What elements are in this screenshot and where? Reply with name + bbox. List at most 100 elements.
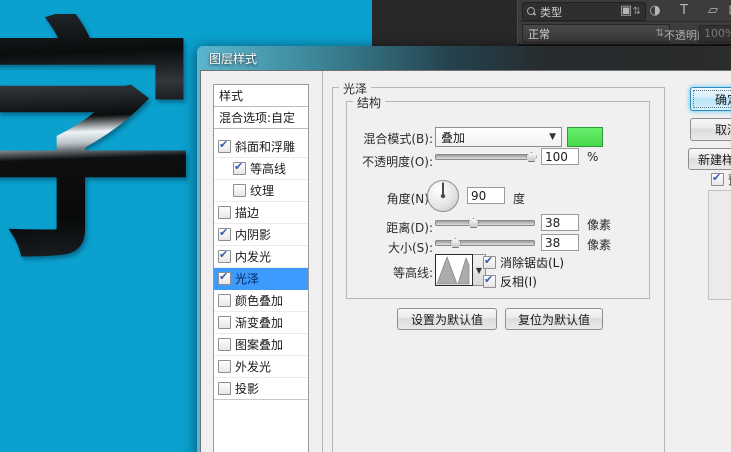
opacity-input[interactable] [541,148,579,165]
updown-arrows-icon: ⇅ [656,28,664,39]
invert-label: 反相(I) [500,273,537,290]
distance-slider[interactable] [435,217,535,229]
chevron-down-icon: ▼ [549,132,556,142]
size-input[interactable] [541,234,579,251]
sidebar-item-label: 纹理 [250,182,274,199]
opacity-label: 不透明度(O): [349,153,433,170]
layer-opacity-value[interactable]: 100% [699,25,731,43]
sidebar-item-label: 颜色叠加 [235,292,283,309]
canvas-text-layer: 字 [0,14,200,272]
size-slider[interactable] [435,237,535,249]
sidebar-item-drop-shadow[interactable]: 投影 [214,378,308,400]
new-style-button[interactable]: 新建样式(W)... [688,148,731,170]
drop-shadow-checkbox[interactable] [218,382,231,395]
sidebar-item-label: 描边 [235,204,259,221]
contour-checkbox[interactable] [233,162,246,175]
blend-mode-dropdown[interactable]: 叠加 ▼ [435,127,562,147]
stroke-checkbox[interactable] [218,206,231,219]
invert-checkbox[interactable] [483,275,496,288]
adjustment-layer-filter-icon[interactable]: ◑ [645,3,665,19]
texture-checkbox[interactable] [233,184,246,197]
sidebar-item-blending-options[interactable]: 混合选项:自定 [214,107,308,129]
sidebar-item-inner-glow[interactable]: 内发光 [214,246,308,268]
angle-label: 角度(N): [349,190,433,207]
reset-default-button[interactable]: 复位为默认值 [505,308,603,330]
sidebar-item-texture[interactable]: 纹理 [214,180,308,202]
layer-blend-mode-dropdown[interactable]: 正常 ⇅ [522,24,670,43]
slider-track [435,220,535,226]
outer-glow-checkbox[interactable] [218,360,231,373]
contour-thumbnail[interactable] [435,254,473,286]
type-layer-filter-icon[interactable]: T [674,3,694,19]
structure-group: 结构 混合模式(B): 叠加 ▼ 不透明度(O): % [346,101,650,299]
shape-layer-filter-icon[interactable]: ▱ [703,3,723,19]
sidebar-item-inner-shadow[interactable]: 内阴影 [214,224,308,246]
slider-track [435,154,535,160]
sidebar-item-label: 内阴影 [235,226,271,243]
distance-input[interactable] [541,214,579,231]
sidebar-item-outer-glow[interactable]: 外发光 [214,356,308,378]
opacity-unit: % [587,150,598,164]
contour-label: 等高线: [349,264,433,281]
inner-glow-checkbox[interactable] [218,250,231,263]
invert-option[interactable]: 反相(I) [483,273,537,290]
gradient-overlay-checkbox[interactable] [218,316,231,329]
color-overlay-checkbox[interactable] [218,294,231,307]
sidebar-item-label: 投影 [235,380,259,397]
layers-panel-header: 类型 ⇅ ▣ ◑ T ▱ ⊡ 正常 ⇅ 不透明度: 100% [517,0,731,46]
set-default-button[interactable]: 设置为默认值 [397,308,497,330]
photoshop-screen: 字 类型 ⇅ ▣ ◑ T ▱ ⊡ 正常 ⇅ 不透明度: 100% 图层样式 样式… [0,0,731,452]
dialog-body: 样式 混合选项:自定 斜面和浮雕 等高线 纹理 描边 [200,70,731,452]
sidebar-item-label: 图案叠加 [235,336,283,353]
layer-filter-label: 类型 [540,4,562,20]
satin-section: 光泽 结构 混合模式(B): 叠加 ▼ 不透明度(O): [332,87,665,452]
sidebar-item-label: 光泽 [235,270,259,287]
sidebar-item-label: 渐变叠加 [235,314,283,331]
panel-divider [518,21,731,22]
sidebar-item-satin[interactable]: 光泽 [214,268,308,290]
inner-shadow-checkbox[interactable] [218,228,231,241]
sidebar-gap [214,129,308,136]
angle-dial[interactable] [426,179,460,213]
satin-checkbox[interactable] [218,272,231,285]
layer-blend-mode-value: 正常 [528,26,550,42]
cancel-button[interactable]: 取消 [690,118,731,141]
preview-option[interactable]: 预览(V) [711,171,731,188]
blend-mode-label: 混合模式(B): [349,130,433,147]
pattern-overlay-checkbox[interactable] [218,338,231,351]
blend-mode-value: 叠加 [441,129,465,146]
dialog-title: 图层样式 [209,50,257,67]
sidebar-item-color-overlay[interactable]: 颜色叠加 [214,290,308,312]
style-preview-thumbnail [708,190,731,300]
sidebar-item-label: 斜面和浮雕 [235,138,295,155]
smart-object-filter-icon[interactable]: ⊡ [724,3,731,19]
sidebar-item-pattern-overlay[interactable]: 图案叠加 [214,334,308,356]
distance-label: 距离(D): [349,219,433,236]
bevel-emboss-checkbox[interactable] [218,140,231,153]
dialog-divider [322,71,323,452]
style-list: 样式 混合选项:自定 斜面和浮雕 等高线 纹理 描边 [213,84,309,452]
sidebar-item-contour[interactable]: 等高线 [214,158,308,180]
preview-checkbox[interactable] [711,173,724,186]
distance-unit: 像素 [587,216,611,233]
slider-track [435,240,535,246]
ok-button[interactable]: 确定 [690,87,731,111]
sidebar-item-label: 外发光 [235,358,271,375]
satin-color-swatch[interactable] [567,127,603,147]
contour-picker[interactable]: ▼ [435,254,486,286]
sidebar-item-bevel-emboss[interactable]: 斜面和浮雕 [214,136,308,158]
antialias-checkbox[interactable] [483,256,496,269]
antialias-option[interactable]: 消除锯齿(L) [483,254,564,271]
sidebar-item-stroke[interactable]: 描边 [214,202,308,224]
angle-input[interactable] [467,187,505,204]
pixel-layer-filter-icon[interactable]: ▣ [616,3,636,19]
search-icon [527,7,536,16]
layer-style-dialog: 图层样式 样式 混合选项:自定 斜面和浮雕 等高线 纹理 [197,46,731,452]
size-unit: 像素 [587,236,611,253]
sidebar-item-styles[interactable]: 样式 [214,85,308,107]
sidebar-item-label: 内发光 [235,248,271,265]
opacity-slider[interactable] [435,151,535,163]
sidebar-item-gradient-overlay[interactable]: 渐变叠加 [214,312,308,334]
angle-unit: 度 [513,190,525,207]
structure-group-title: 结构 [353,94,385,111]
